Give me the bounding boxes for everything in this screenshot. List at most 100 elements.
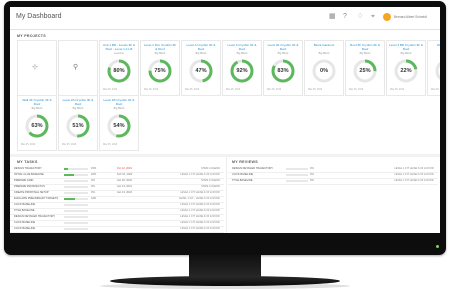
project-title[interactable]: Whole Outside bbox=[430, 43, 440, 48]
task-project[interactable]: LEVEL 1 FIT LEVELS 3F & ROOF bbox=[180, 191, 220, 194]
task-project[interactable]: LEVEL 1 FIT LEVELS 3F & ROOF bbox=[180, 227, 220, 230]
grid-icon[interactable]: ▦ bbox=[329, 13, 336, 21]
task-name[interactable]: CREATE PROPOSAL SETUP bbox=[14, 191, 49, 194]
review-project[interactable]: LEVEL 1 FIT LEVELS 3F & ROOF bbox=[394, 173, 434, 176]
task-project[interactable]: STEM LOGEND bbox=[201, 185, 220, 188]
project-title[interactable]: Level 1 Fire Cryobin 3F & Roof bbox=[143, 43, 177, 51]
task-due-date: Feb 16, 2022 bbox=[117, 173, 133, 176]
project-date: Mar 25, 2019 bbox=[185, 88, 200, 91]
project-subtitle: Big Block bbox=[72, 107, 84, 110]
search-project-tile[interactable]: ⚲ bbox=[58, 40, 98, 96]
help-icon[interactable]: ? bbox=[343, 13, 347, 21]
project-card[interactable]: Level 3 Bill Cryobin 3F & Roof Big Block 2… bbox=[386, 40, 426, 96]
progress-percent: 47% bbox=[195, 68, 207, 74]
add-project-tile[interactable]: ⊹ bbox=[17, 40, 57, 96]
project-date: Mar 25, 2019 bbox=[103, 143, 118, 146]
task-progress-bar bbox=[64, 186, 88, 188]
task-progress-bar bbox=[64, 168, 88, 170]
progress-percent: 0% bbox=[319, 68, 329, 74]
project-title[interactable]: Level A Cryobin 3F & Roof bbox=[184, 43, 218, 51]
project-card[interactable]: Level 2A Cryobin 3F & Roof Big Block 51% Ma… bbox=[58, 95, 98, 151]
project-card[interactable]: Level 3 Cryobin 3F & Roof Big Block 92% Mar… bbox=[222, 40, 262, 96]
review-project[interactable]: LEVEL 1 FIT LEVELS 3F & ROOF bbox=[394, 179, 434, 182]
project-title[interactable]: Roof 3F Cryobin 3F & Roof bbox=[348, 43, 382, 51]
task-progress-bar bbox=[64, 174, 88, 176]
project-date: Mar 25, 2019 bbox=[144, 88, 159, 91]
screen: My Dashboard ⌖ ♢ ? ▦ Bernard Albert Schm… bbox=[10, 7, 440, 233]
project-card[interactable]: Level 1 Fire Cryobin 3F & Roof Big Block 7… bbox=[140, 40, 180, 96]
task-percent: 44% bbox=[91, 197, 97, 200]
project-title[interactable]: Level 0F Cryobin 3F & Roof bbox=[266, 43, 300, 51]
task-project[interactable]: LEVEL 1 FIT LEVELS 3F & ROOF bbox=[180, 203, 220, 206]
task-name[interactable]: INITIAL CLUE BASELINE bbox=[14, 173, 44, 176]
project-title[interactable]: Block Gardens bbox=[307, 43, 341, 48]
project-card[interactable]: Level 0F Cryobin 3F & Roof Big Block 83% Ma… bbox=[263, 40, 303, 96]
task-project[interactable]: LEVEL 1 FIT LEVELS 3F & ROOF bbox=[180, 209, 220, 212]
task-progress-bar bbox=[64, 204, 88, 206]
project-subtitle: Big Block bbox=[430, 52, 440, 55]
task-row[interactable]: CLICK BASELINE LEVEL 1 FIT LEVELS 3F & RO… bbox=[10, 226, 224, 233]
review-project[interactable]: LEVEL 1 FIT LEVELS 3F & ROOF bbox=[394, 167, 434, 170]
plus-icon: ⊹ bbox=[32, 64, 38, 71]
task-progress-bar bbox=[64, 180, 88, 182]
project-card[interactable]: Whole Outside Big Block 44% Mar 25, 2019 bbox=[427, 40, 440, 96]
project-date: Mar 25, 2019 bbox=[62, 143, 77, 146]
tasks-list: DESIGN TRAJECTORY 15% Oct 12, 2019 STEM LOG… bbox=[10, 166, 224, 233]
task-progress-bar bbox=[64, 228, 88, 230]
avatar[interactable] bbox=[383, 13, 391, 21]
task-due-date: Oct 12, 2019 bbox=[117, 167, 132, 170]
notification-icon[interactable]: ♢ bbox=[357, 13, 363, 21]
task-name[interactable]: DESIGN TRAJECTORY bbox=[14, 167, 42, 170]
progress-percent: 75% bbox=[154, 68, 166, 74]
task-name[interactable]: DESIGN DETAILED TRAJECTORY bbox=[14, 215, 55, 218]
column-divider bbox=[226, 157, 227, 233]
project-title[interactable]: Level 1B Cryobin 3F & Roof bbox=[102, 98, 136, 106]
project-card[interactable]: Roof 3F Cryobin 3F & Roof Big Block 25% Mar… bbox=[345, 40, 385, 96]
review-percent: 0% bbox=[310, 179, 314, 182]
task-name[interactable]: CLICK BASELINE bbox=[14, 221, 35, 224]
project-subtitle: Big Block bbox=[400, 52, 412, 55]
task-progress-bar bbox=[64, 222, 88, 224]
project-date: Mar 25, 2019 bbox=[21, 143, 36, 146]
task-name[interactable]: EVALUATE PRELIMINARY TARGETS bbox=[14, 197, 58, 200]
task-progress-bar bbox=[64, 216, 88, 218]
task-progress-fill bbox=[64, 198, 75, 200]
project-title[interactable]: Level 3 Cryobin 3F & Roof bbox=[225, 43, 259, 51]
task-project[interactable]: STEM LOGEND bbox=[201, 167, 220, 170]
project-title[interactable]: Level 2A Cryobin 3F & Roof bbox=[61, 98, 95, 106]
task-percent: 0% bbox=[91, 191, 95, 194]
progress-percent: 80% bbox=[113, 68, 125, 74]
task-percent: 0% bbox=[91, 179, 95, 182]
progress-percent: 22% bbox=[400, 68, 412, 74]
task-name[interactable]: CLICK BASELINE bbox=[14, 227, 35, 230]
progress-percent: 51% bbox=[72, 123, 84, 129]
project-card[interactable]: Unit 1 Bill - Levels 3F & Roof - Level 1… bbox=[99, 40, 139, 96]
project-date: Mar 25, 2019 bbox=[267, 88, 282, 91]
review-row[interactable]: TITLE BASELINE 0% LEVEL 1 FIT LEVELS 3F & … bbox=[228, 178, 438, 185]
review-name[interactable]: CLICK BASELINE bbox=[232, 173, 253, 176]
monitor-base bbox=[110, 276, 340, 286]
project-title[interactable]: Wall 3F Cryobin 3F & Roof bbox=[20, 98, 54, 106]
review-percent: 0% bbox=[310, 167, 314, 170]
task-project[interactable]: LEVEL 1 FIT LEVELS 3F & ROOF bbox=[180, 215, 220, 218]
review-name[interactable]: TITLE BASELINE bbox=[232, 179, 252, 182]
location-pin-icon[interactable]: ⌖ bbox=[371, 13, 375, 21]
task-name[interactable]: PREPARE PROSPECTUS bbox=[14, 185, 45, 188]
task-project[interactable]: STEM LOGEND bbox=[201, 179, 220, 182]
project-title[interactable]: Level 3 Bill Cryobin 3F & Roof bbox=[389, 43, 423, 51]
task-project[interactable]: LEVEL 1 FIT - LEVELS 3F & ROOF bbox=[179, 197, 220, 200]
project-card[interactable]: Level A Cryobin 3F & Roof Big Block 47% Mar… bbox=[181, 40, 221, 96]
review-name[interactable]: DESIGN DETAILED TRAJECTORY bbox=[232, 167, 273, 170]
project-title[interactable]: Unit 1 Bill - Levels 3F & Roof - Level 1… bbox=[102, 43, 136, 51]
task-name[interactable]: PREPARE GRID bbox=[14, 179, 33, 182]
task-percent: 0% bbox=[91, 185, 95, 188]
user-name[interactable]: Bernard Albert Schmidt bbox=[394, 15, 427, 19]
review-progress-bar bbox=[286, 168, 308, 170]
task-name[interactable]: TITLE BASELINE bbox=[14, 209, 34, 212]
project-card[interactable]: Level 1B Cryobin 3F & Roof Big Block 54% Ma… bbox=[99, 95, 139, 151]
project-card[interactable]: Block Gardens Big Block 0% Mar 25, 2019 bbox=[304, 40, 344, 96]
project-card[interactable]: Wall 3F Cryobin 3F & Roof Big Block 63% Mar… bbox=[17, 95, 57, 151]
task-name[interactable]: CLICK BASELINE bbox=[14, 203, 35, 206]
task-project[interactable]: LEVEL 1 FIT LEVELS 3F & ROOF bbox=[180, 173, 220, 176]
task-project[interactable]: LEVEL 1 FIT LEVELS 3F & ROOF bbox=[180, 221, 220, 224]
